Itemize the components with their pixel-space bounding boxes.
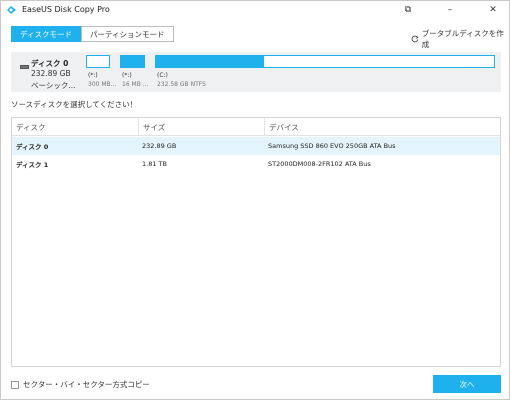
cell-device: ST2000DM008-2FR102 ATA Bus: [268, 160, 371, 168]
disk-type: ベーシック...: [31, 81, 76, 90]
partition-label: (*:): [122, 72, 132, 79]
refresh-icon: [411, 35, 419, 43]
title-bar: EaseUS Disk Copy Pro ⧉ – ✕: [1, 1, 509, 19]
cell-device: Samsung SSD 860 EVO 250GB ATA Bus: [268, 142, 396, 150]
disk-table: ディスク サイズ デバイス ディスク 0 232.89 GB Samsung S…: [11, 117, 501, 367]
partition-info: 16 MB ...: [122, 81, 149, 88]
cell-disk: ディスク 0: [16, 143, 49, 151]
table-header: ディスク サイズ デバイス: [12, 118, 500, 136]
column-header-size[interactable]: サイズ: [138, 118, 264, 136]
partition-usage-fill: [156, 56, 265, 67]
tab-disk-mode[interactable]: ディスクモード: [11, 26, 81, 42]
partition-info: 232.58 GB NTFS: [157, 81, 206, 88]
app-logo-icon: [7, 6, 16, 14]
partition-bar-1[interactable]: [86, 55, 110, 68]
disk-name: ディスク 0: [31, 59, 69, 68]
partition-label: (*:): [88, 72, 98, 79]
next-button[interactable]: 次へ: [433, 375, 501, 393]
table-row[interactable]: ディスク 0 232.89 GB Samsung SSD 860 EVO 250…: [12, 137, 500, 155]
partition-bar-3[interactable]: [155, 55, 495, 68]
table-row[interactable]: ディスク 1 1.81 TB ST2000DM008-2FR102 ATA Bu…: [12, 155, 500, 173]
cell-size: 1.81 TB: [142, 160, 167, 168]
source-disk-map: ディスク 0 232.89 GB ベーシック... (*:) 300 MB...…: [11, 52, 501, 92]
sector-copy-checkbox[interactable]: [11, 380, 19, 389]
create-bootable-disk-link[interactable]: ブータブルディスクを作成: [411, 28, 509, 50]
tab-partition-mode[interactable]: パーティションモード: [80, 26, 174, 42]
partition-bar-2[interactable]: [120, 55, 145, 68]
disk-size: 232.89 GB: [31, 69, 71, 78]
select-source-prompt: ソースディスクを選択してください！: [11, 100, 138, 109]
minimize-icon[interactable]: –: [439, 2, 461, 17]
cell-size: 232.89 GB: [142, 142, 177, 150]
sector-copy-option[interactable]: セクター・バイ・セクター方式コピー: [11, 379, 150, 390]
close-icon[interactable]: ✕: [482, 2, 504, 17]
column-header-device[interactable]: デバイス: [264, 118, 500, 136]
restore-window-icon[interactable]: ⧉: [397, 2, 419, 17]
sector-copy-label: セクター・バイ・セクター方式コピー: [23, 380, 150, 389]
create-bootable-disk-label: ブータブルディスクを作成: [421, 29, 504, 49]
partition-usage-fill: [121, 56, 144, 67]
column-header-disk[interactable]: ディスク: [12, 118, 138, 136]
mode-tabs: ディスクモード パーティションモード: [11, 26, 174, 42]
cell-disk: ディスク 1: [16, 161, 49, 169]
partition-info: 300 MB...: [88, 81, 117, 88]
partition-label: (C:): [157, 72, 168, 79]
hard-disk-icon: [20, 65, 29, 69]
window-title: EaseUS Disk Copy Pro: [22, 5, 110, 14]
app-window: EaseUS Disk Copy Pro ⧉ – ✕ ディスクモード パーティシ…: [0, 0, 510, 400]
